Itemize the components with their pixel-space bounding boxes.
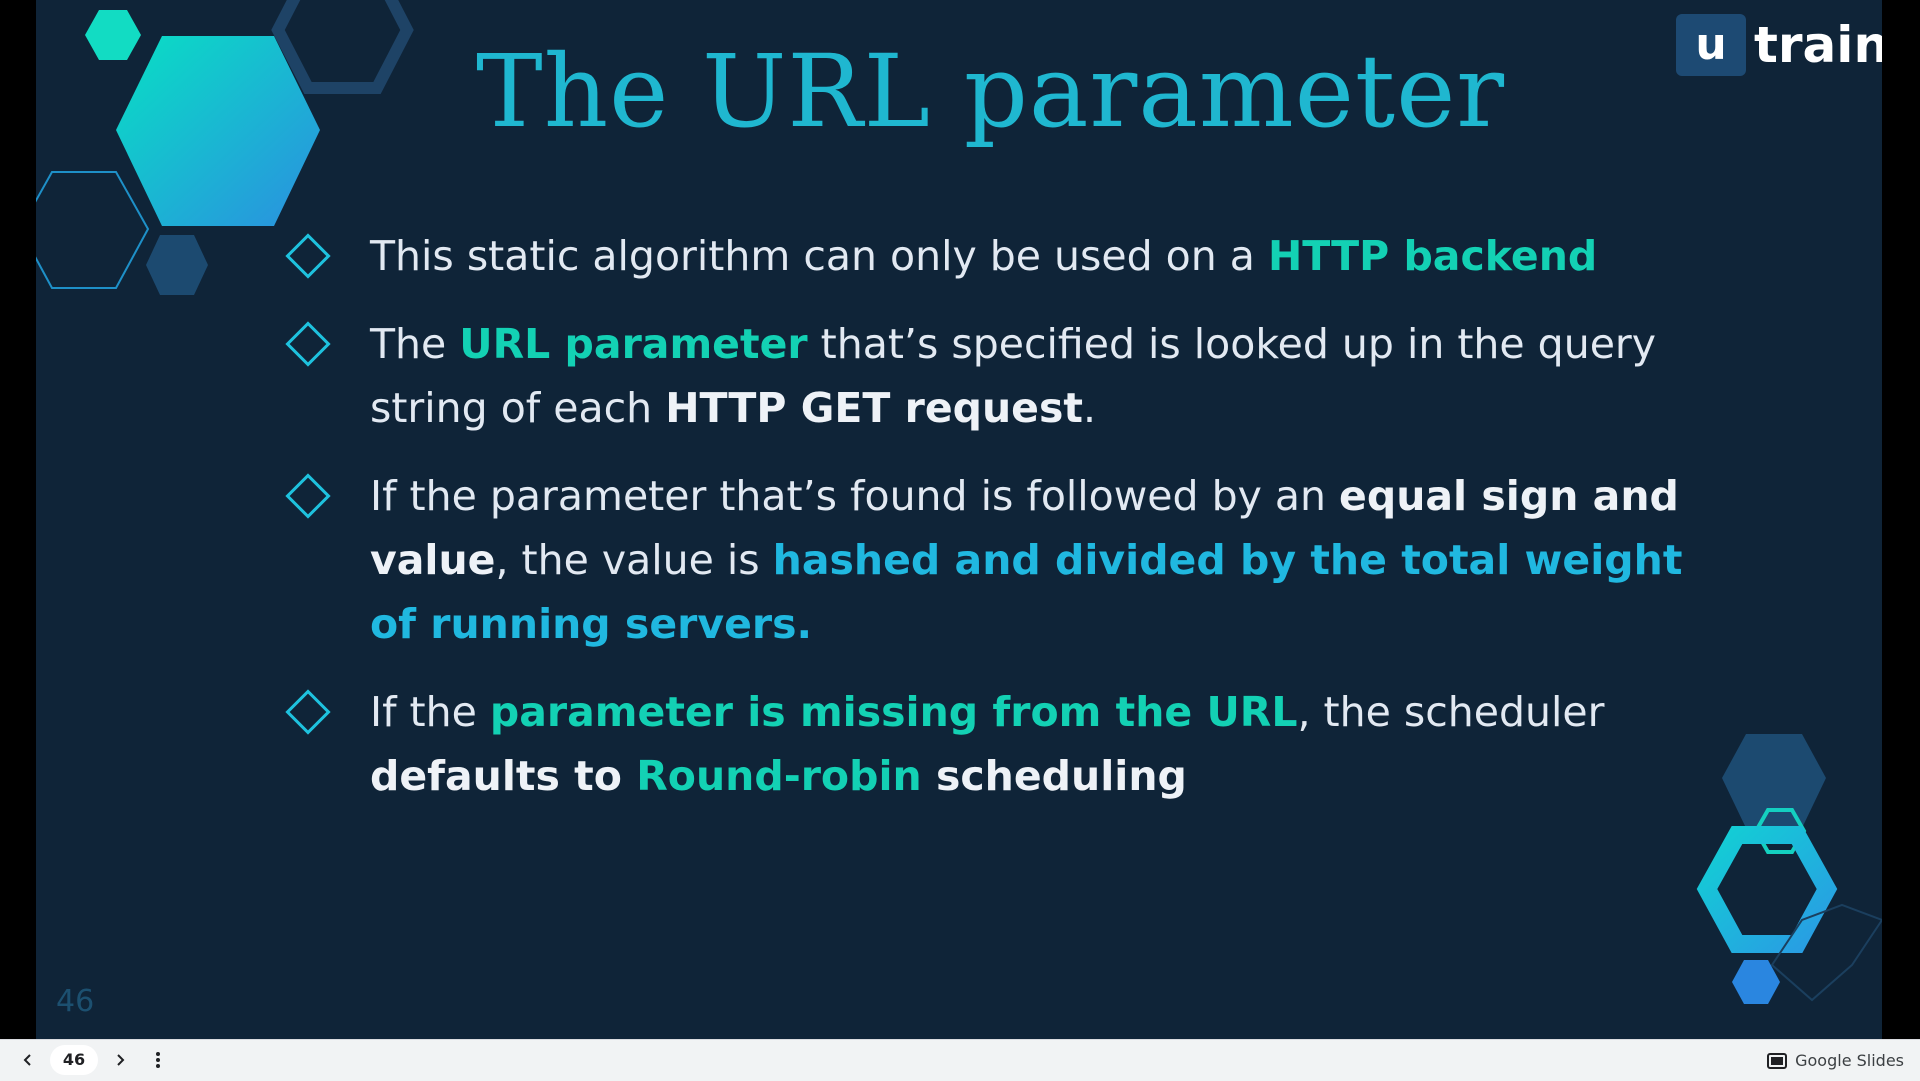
logo-mark: u [1676, 14, 1746, 76]
hexagon-small-teal [85, 10, 141, 60]
bullet-emphasis: HTTP GET request [665, 384, 1083, 432]
utrain-logo: u train [1676, 14, 1882, 76]
bullet-item: The URL parameter that’s specified is lo… [280, 312, 1740, 440]
presenter-toolbar: 46 Google Slides [0, 1039, 1920, 1081]
chevron-left-icon [23, 1054, 31, 1066]
chevron-right-icon [117, 1054, 125, 1066]
slide-number: 46 [56, 984, 95, 1019]
hexagon-small-navy [146, 235, 208, 295]
bullet-item: If the parameter is missing from the URL… [280, 680, 1740, 808]
bullet-emphasis: Round-robin [636, 752, 922, 800]
logo-word: train [1754, 16, 1882, 74]
next-slide-button[interactable] [108, 1046, 132, 1074]
slide-title: The URL parameter [476, 33, 1506, 150]
page-number-field[interactable]: 46 [50, 1045, 98, 1075]
hexagon-outline-cyan [36, 171, 150, 289]
bullet-text-segment: If the parameter that’s found is followe… [370, 472, 1340, 520]
hexagon-outline-dark [271, 0, 414, 94]
diamond-bullet-icon [285, 321, 331, 367]
bullet-text: The URL parameter that’s specified is lo… [370, 320, 1656, 432]
bullet-text: If the parameter that’s found is followe… [370, 472, 1682, 648]
bullet-text-segment: The [370, 320, 460, 368]
bullet-emphasis: defaults to [370, 752, 637, 800]
bullet-text-segment: , the scheduler [1297, 688, 1605, 736]
more-vertical-icon [156, 1052, 160, 1068]
bullet-text: If the parameter is missing from the URL… [370, 688, 1604, 800]
bullet-text-segment: , the value is [495, 536, 773, 584]
more-options-button[interactable] [146, 1046, 170, 1074]
bullet-emphasis: parameter is missing from the URL [489, 688, 1298, 736]
bullet-text-segment: . [1083, 384, 1097, 432]
slides-logo-icon [1767, 1052, 1788, 1069]
bullet-text-segment: If the [370, 688, 490, 736]
bullet-emphasis: URL parameter [459, 320, 808, 368]
slide: The URL parameter u train This static al… [36, 0, 1882, 1039]
bullet-text-segment: This static algorithm can only be used o… [370, 232, 1268, 280]
brand-label: Google Slides [1795, 1051, 1904, 1070]
bullet-emphasis: HTTP backend [1267, 232, 1598, 280]
bullet-item: If the parameter that’s found is followe… [280, 464, 1740, 656]
diamond-bullet-icon [285, 689, 331, 735]
bullet-list: This static algorithm can only be used o… [280, 224, 1740, 832]
google-slides-link[interactable]: Google Slides [1767, 1040, 1904, 1081]
diamond-bullet-icon [285, 233, 331, 279]
bullet-item: This static algorithm can only be used o… [280, 224, 1740, 288]
bullet-text: This static algorithm can only be used o… [370, 232, 1597, 280]
previous-slide-button[interactable] [16, 1046, 40, 1074]
diamond-bullet-icon [285, 473, 331, 519]
bullet-emphasis: scheduling [921, 752, 1187, 800]
